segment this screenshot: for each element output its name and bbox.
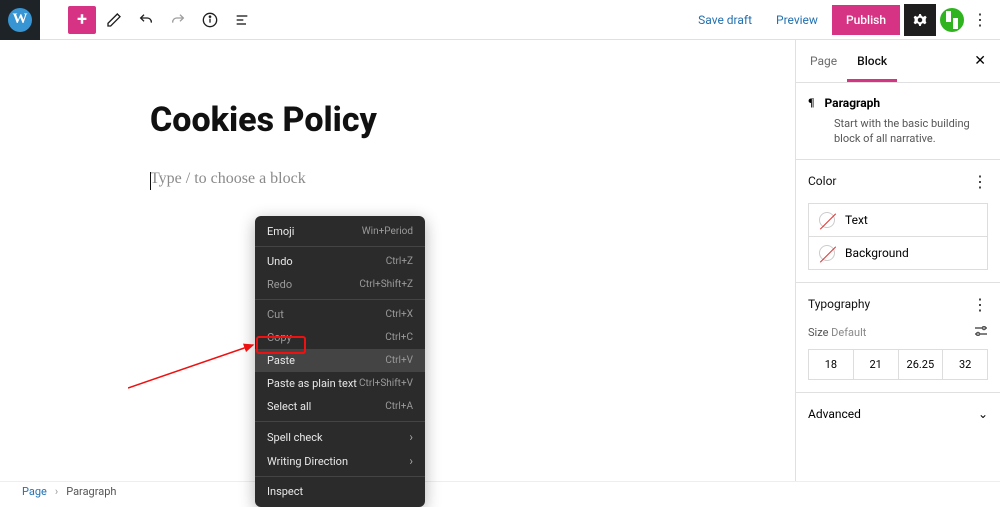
- block-placeholder[interactable]: Type / to choose a block: [150, 170, 795, 188]
- toolbar-left: W +: [0, 0, 256, 40]
- chevron-down-icon: ⌄: [978, 407, 988, 421]
- size-opt-3[interactable]: 32: [943, 350, 987, 379]
- breadcrumb-root[interactable]: Page: [22, 485, 47, 498]
- bg-color-label: Background: [845, 246, 909, 260]
- ctx-paste-label: Paste: [267, 354, 295, 367]
- ctx-separator: [255, 246, 425, 247]
- breadcrumb: Page › Paragraph: [0, 481, 1000, 501]
- ctx-paste-plain-shortcut: Ctrl+Shift+V: [359, 378, 413, 389]
- ctx-select-all-shortcut: Ctrl+A: [385, 401, 413, 412]
- ctx-emoji-label: Emoji: [267, 225, 294, 238]
- jetpack-icon[interactable]: [940, 8, 964, 32]
- preview-button[interactable]: Preview: [766, 7, 828, 33]
- block-info: ¶ Paragraph Start with the basic buildin…: [796, 83, 1000, 160]
- ctx-separator: [255, 421, 425, 422]
- outline-icon[interactable]: [228, 6, 256, 34]
- ctx-writing-label: Writing Direction: [267, 455, 348, 468]
- ctx-redo-shortcut: Ctrl+Shift+Z: [359, 279, 413, 290]
- info-icon[interactable]: [196, 6, 224, 34]
- size-opt-2[interactable]: 26.25: [899, 350, 944, 379]
- top-toolbar: W + Save draft Preview Publish ⋮: [0, 0, 1000, 40]
- ctx-undo-shortcut: Ctrl+Z: [386, 256, 413, 267]
- breadcrumb-separator: ›: [55, 485, 58, 498]
- redo-icon[interactable]: [164, 6, 192, 34]
- editor-canvas[interactable]: Cookies Policy Type / to choose a block …: [0, 40, 795, 481]
- annotation-arrow: [128, 310, 268, 390]
- toolbar-right: Save draft Preview Publish ⋮: [688, 4, 992, 36]
- size-default: Default: [831, 326, 866, 339]
- ctx-emoji-shortcut: Win+Period: [362, 226, 413, 237]
- ctx-cut-shortcut: Ctrl+X: [385, 309, 413, 320]
- font-size-options: 18 21 26.25 32: [808, 349, 988, 380]
- ctx-copy[interactable]: Copy Ctrl+C: [255, 326, 425, 349]
- ctx-copy-shortcut: Ctrl+C: [385, 332, 413, 343]
- color-title: Color: [808, 174, 836, 188]
- typography-title: Typography: [808, 297, 870, 311]
- color-section: Color ⋮ Text Background: [796, 160, 1000, 283]
- ctx-spell-label: Spell check: [267, 431, 323, 444]
- ctx-copy-label: Copy: [267, 331, 292, 344]
- block-name: Paragraph: [824, 96, 880, 110]
- sidebar-tabs: Page Block ✕: [796, 40, 1000, 83]
- settings-button[interactable]: [904, 4, 936, 36]
- typography-options-button[interactable]: ⋮: [972, 295, 988, 314]
- size-opt-1[interactable]: 21: [854, 350, 899, 379]
- breadcrumb-current[interactable]: Paragraph: [66, 485, 116, 498]
- ctx-writing-direction[interactable]: Writing Direction: [255, 449, 425, 473]
- size-label: Size: [808, 326, 828, 339]
- ctx-redo-label: Redo: [267, 278, 292, 291]
- more-menu-button[interactable]: ⋮: [968, 4, 992, 36]
- swatch-icon: [819, 212, 835, 228]
- ctx-separator: [255, 476, 425, 477]
- workspace: Cookies Policy Type / to choose a block …: [0, 40, 1000, 481]
- ctx-inspect[interactable]: Inspect: [255, 480, 425, 503]
- save-draft-button[interactable]: Save draft: [688, 7, 762, 33]
- background-color-picker[interactable]: Background: [808, 237, 988, 270]
- ctx-select-all[interactable]: Select all Ctrl+A: [255, 395, 425, 418]
- ctx-paste-shortcut: Ctrl+V: [385, 355, 413, 366]
- size-opt-0[interactable]: 18: [809, 350, 854, 379]
- page-title[interactable]: Cookies Policy: [150, 100, 795, 140]
- undo-icon[interactable]: [132, 6, 160, 34]
- ctx-cut[interactable]: Cut Ctrl+X: [255, 303, 425, 326]
- ctx-cut-label: Cut: [267, 308, 284, 321]
- edit-icon[interactable]: [100, 6, 128, 34]
- text-color-label: Text: [845, 213, 868, 227]
- context-menu: Emoji Win+Period Undo Ctrl+Z Redo Ctrl+Shif…: [255, 216, 425, 507]
- ctx-inspect-label: Inspect: [267, 485, 303, 498]
- tab-page[interactable]: Page: [800, 40, 847, 82]
- typography-section: Typography ⋮ Size Default 18 21 26.25 32: [796, 283, 1000, 393]
- wordpress-logo[interactable]: W: [0, 0, 40, 40]
- ctx-emoji[interactable]: Emoji Win+Period: [255, 220, 425, 243]
- advanced-section[interactable]: Advanced ⌄: [796, 393, 1000, 435]
- settings-sidebar: Page Block ✕ ¶ Paragraph Start with the …: [795, 40, 1000, 481]
- advanced-label: Advanced: [808, 407, 861, 421]
- swatch-icon: [819, 245, 835, 261]
- ctx-spell-check[interactable]: Spell check: [255, 425, 425, 449]
- ctx-undo[interactable]: Undo Ctrl+Z: [255, 250, 425, 273]
- paragraph-icon: ¶: [808, 95, 814, 110]
- ctx-select-all-label: Select all: [267, 400, 311, 413]
- ctx-paste[interactable]: Paste Ctrl+V: [255, 349, 425, 372]
- block-description: Start with the basic building block of a…: [808, 116, 988, 147]
- color-options-button[interactable]: ⋮: [972, 172, 988, 191]
- size-toggle-icon[interactable]: [974, 326, 988, 339]
- tab-block[interactable]: Block: [847, 40, 897, 82]
- ctx-undo-label: Undo: [267, 255, 293, 268]
- ctx-paste-plain-label: Paste as plain text: [267, 377, 357, 390]
- add-block-button[interactable]: +: [68, 6, 96, 34]
- text-color-picker[interactable]: Text: [808, 203, 988, 237]
- ctx-paste-plain[interactable]: Paste as plain textCtrl+Shift+V: [255, 372, 425, 395]
- publish-button[interactable]: Publish: [832, 5, 900, 35]
- ctx-redo[interactable]: Redo Ctrl+Shift+Z: [255, 273, 425, 296]
- close-sidebar-button[interactable]: ✕: [964, 43, 996, 79]
- ctx-separator: [255, 299, 425, 300]
